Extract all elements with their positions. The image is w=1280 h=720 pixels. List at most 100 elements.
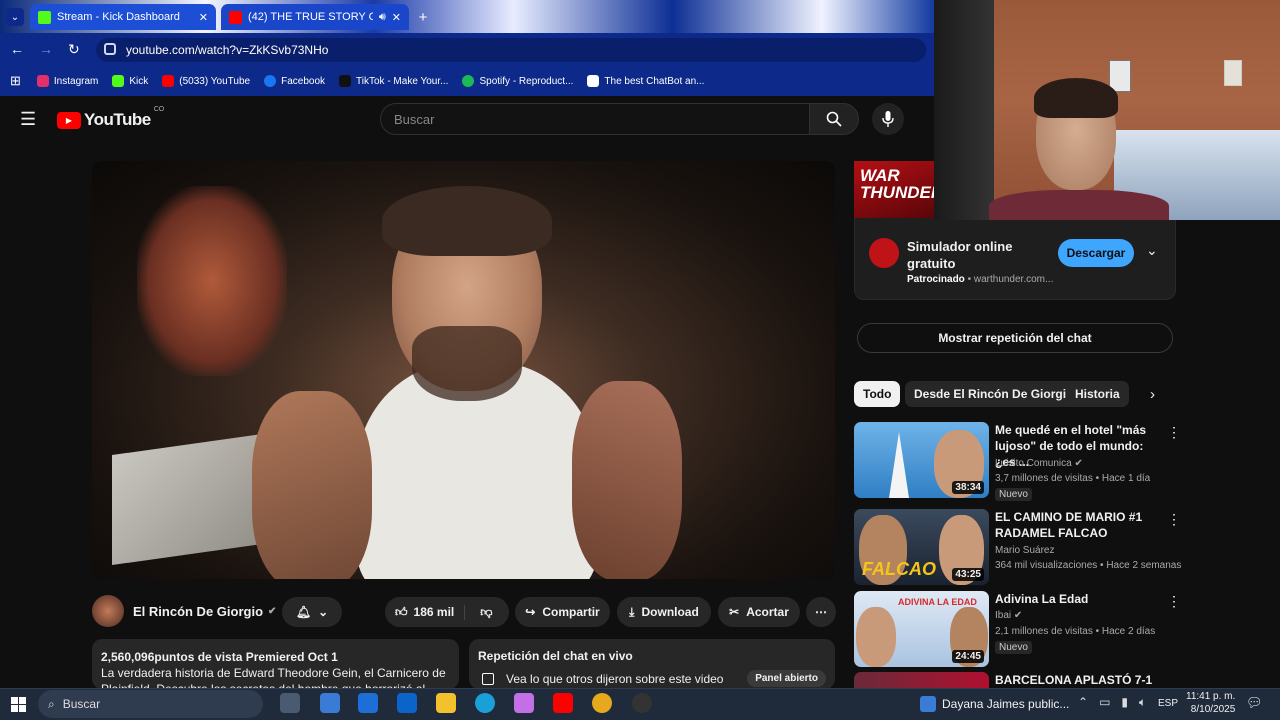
share-button[interactable]: ↪ Compartir: [515, 597, 610, 627]
thumbs-down-icon: 👎︎: [480, 604, 493, 619]
video-player[interactable]: [92, 161, 835, 579]
taskbar-search[interactable]: ⌕ Buscar: [38, 690, 263, 718]
bookmark-tiktok[interactable]: TikTok - Make Your...: [339, 75, 448, 87]
channel-name[interactable]: El Rincón De Giorgio ✔: [133, 604, 276, 619]
voice-search-button[interactable]: [872, 103, 904, 135]
duration-badge: 24:45: [952, 650, 984, 663]
tab-title: (42) THE TRUE STORY OF E: [248, 11, 373, 23]
bookmark-kick[interactable]: Kick: [112, 75, 148, 87]
chatbot-icon: [587, 75, 600, 87]
chevron-down-icon: ⌄: [318, 605, 329, 619]
ad-domain: warthunder.com...: [973, 274, 1054, 285]
close-tab-icon[interactable]: ✕: [199, 11, 208, 24]
notification-preview[interactable]: Dayana Jaimes public...: [920, 696, 1069, 712]
person-arm-left: [252, 391, 372, 579]
recommended-video[interactable]: FALCAO 43:25 EL CAMINO DE MARIO #1 RADAM…: [854, 509, 1274, 587]
apps-grid-icon[interactable]: ⊞: [10, 73, 21, 89]
show-chat-replay-button[interactable]: Mostrar repetición del chat: [857, 323, 1173, 353]
store-icon[interactable]: [358, 693, 378, 713]
verified-icon: ✔: [1013, 610, 1023, 621]
close-tab-icon[interactable]: ✕: [392, 11, 401, 24]
tab-youtube-video[interactable]: (42) THE TRUE STORY OF E 🔊︎ ✕: [221, 4, 409, 30]
recommended-video[interactable]: ADIVINA LA EDAD 24:45 Adivina La Edad Ib…: [854, 591, 1274, 669]
more-vertical-icon[interactable]: ⋮: [1167, 424, 1181, 441]
search-input[interactable]: Buscar: [380, 103, 810, 135]
duration-badge: 43:25: [952, 568, 984, 581]
clip-button[interactable]: ✂ Acortar: [718, 597, 800, 627]
menu-icon[interactable]: ☰: [20, 109, 36, 130]
youtube-logo[interactable]: ▶ YouTube CO: [57, 106, 164, 130]
taskbar-search-label: Buscar: [62, 697, 101, 711]
share-label: Compartir: [542, 605, 600, 619]
clock[interactable]: 11:41 p. m. 8/10/2025: [1186, 690, 1235, 716]
dislike-button[interactable]: 👎︎: [472, 605, 492, 620]
duration-badge: 38:34: [952, 481, 984, 494]
instagram-icon: [36, 75, 49, 87]
video-meta: 364 mil visualizaciones • Hace 2 semanas: [995, 560, 1182, 571]
bookmark-chatbot[interactable]: The best ChatBot an...: [587, 75, 704, 87]
bookmark-spotify[interactable]: Spotify - Reproduct...: [462, 75, 573, 87]
tab-search-button[interactable]: ⌄: [6, 8, 24, 26]
chevron-right-icon[interactable]: ›: [1150, 386, 1155, 403]
chevron-down-icon[interactable]: ⌄: [1146, 242, 1158, 259]
chip-history[interactable]: Historia: [1066, 381, 1129, 407]
system-tray[interactable]: ⌃ ▭ ▮ 🔈︎: [1078, 695, 1146, 710]
description-box[interactable]: 2,560,096puntos de vista Premiered Oct 1…: [92, 639, 459, 689]
chrome-icon[interactable]: [592, 693, 612, 713]
hotel-graphic: [889, 432, 909, 498]
bookmark-instagram[interactable]: Instagram: [36, 75, 98, 87]
language-indicator[interactable]: ESP: [1158, 698, 1178, 709]
scissors-icon: ✂: [729, 605, 740, 619]
recommended-video[interactable]: 38:34 Me quedé en el hotel "más lujoso" …: [854, 422, 1274, 501]
bookmark-facebook[interactable]: Facebook: [264, 75, 325, 87]
address-bar[interactable]: youtube.com/watch?v=ZkKSvb73NHo: [96, 38, 926, 62]
youtube-app-icon[interactable]: [553, 693, 573, 713]
site-info-icon[interactable]: [104, 43, 116, 55]
more-vertical-icon[interactable]: ⋮: [1167, 593, 1181, 610]
video-thumbnail: ADIVINA LA EDAD 24:45: [854, 591, 989, 667]
channel-label: Ibai ✔: [995, 610, 1022, 621]
channel-label: Luisito Comunica ✔: [995, 458, 1083, 469]
reload-icon[interactable]: ↻: [68, 41, 80, 58]
microphone-icon: ▮: [1121, 695, 1129, 709]
ad-download-button[interactable]: Descargar: [1058, 239, 1134, 267]
bookmark-label: (5033) YouTube: [179, 75, 251, 87]
forward-icon[interactable]: →: [39, 41, 53, 57]
more-vertical-icon[interactable]: ⋮: [1167, 511, 1181, 528]
video-title: BARCELONA APLASTÓ 7-1 al: [995, 673, 1153, 687]
notifications-icon[interactable]: 💬︎: [1246, 695, 1263, 711]
open-panel-button[interactable]: Panel abierto: [747, 670, 826, 687]
copilot-icon[interactable]: [514, 693, 534, 713]
file-explorer-icon[interactable]: [436, 693, 456, 713]
search-button[interactable]: [809, 103, 859, 135]
search-icon: ⌕: [48, 696, 55, 711]
notifications-button[interactable]: 🔔︎ ⌄: [282, 597, 342, 627]
ad-thumbnail[interactable]: WAR THUNDER: [854, 161, 934, 218]
chip-from-channel[interactable]: Desde El Rincón De Giorgio: [905, 381, 1083, 407]
widgets-icon[interactable]: [320, 693, 340, 713]
youtube-icon: [162, 75, 175, 87]
tab-kick-dashboard[interactable]: Stream - Kick Dashboard ✕: [30, 4, 216, 30]
new-tab-button[interactable]: +: [414, 8, 432, 26]
more-actions-button[interactable]: ⋯: [806, 597, 836, 627]
like-dislike-group: 👍︎ 186 mil 👎︎: [385, 597, 509, 627]
verified-icon: ✔: [268, 606, 277, 617]
speaker-icon[interactable]: 🔊︎: [379, 11, 386, 24]
task-view-icon[interactable]: [280, 693, 300, 713]
back-icon[interactable]: ←: [10, 41, 24, 57]
windows-start-icon[interactable]: [11, 697, 26, 712]
chip-all[interactable]: Todo: [854, 381, 901, 407]
chip-label: Desde El Rincón De Giorgio: [914, 387, 1074, 401]
ad-card[interactable]: Simulador online gratuito Patrocinado • …: [854, 218, 1176, 300]
like-button[interactable]: 👍︎ 186 mil: [395, 604, 466, 620]
channel-avatar[interactable]: [92, 595, 124, 627]
volume-icon: 🔈︎: [1139, 695, 1147, 709]
edge-icon[interactable]: [475, 693, 495, 713]
obs-icon[interactable]: [632, 693, 652, 713]
facebook-icon: [264, 75, 277, 87]
outlook-icon[interactable]: [397, 693, 417, 713]
download-button[interactable]: ⤓ Download: [617, 597, 711, 627]
bookmark-youtube[interactable]: (5033) YouTube: [162, 75, 250, 87]
recommended-video[interactable]: BARCELONA APLASTÓ 7-1 al: [854, 672, 1274, 688]
search-placeholder: Buscar: [394, 111, 435, 127]
